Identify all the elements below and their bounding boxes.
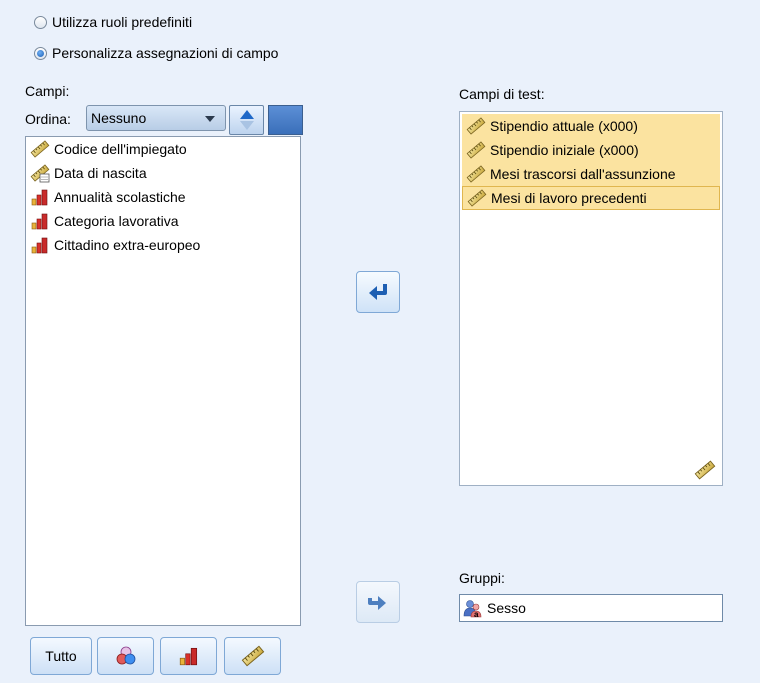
options-panel: Utilizza ruoli predefiniti Personalizza … <box>0 0 760 683</box>
list-item[interactable]: Categoria lavorativa <box>26 209 300 233</box>
filter-all-label: Tutto <box>45 648 77 664</box>
list-item[interactable]: Mesi trascorsi dall'assunzione <box>462 162 720 186</box>
list-item[interactable]: Annualità scolastiche <box>26 185 300 209</box>
ruler-icon <box>466 116 486 136</box>
ruler-icon <box>466 140 486 160</box>
date-ruler-icon <box>30 163 50 183</box>
groups-label: Gruppi: <box>459 570 505 586</box>
list-item[interactable]: Cittadino extra-europeo <box>26 233 300 257</box>
sort-label: Ordina: <box>25 111 71 127</box>
predefined-roles-label: Utilizza ruoli predefiniti <box>52 14 193 30</box>
filter-ordinal-button[interactable] <box>160 637 217 675</box>
svg-text:a: a <box>474 610 479 618</box>
list-item-label: Categoria lavorativa <box>54 213 179 229</box>
fields-label: Campi: <box>25 83 70 99</box>
nominal-people-icon: a <box>463 598 483 618</box>
sort-arrows-icon <box>239 110 254 130</box>
list-item-label: Mesi di lavoro precedenti <box>491 190 647 206</box>
filter-all-button[interactable]: Tutto <box>30 637 92 675</box>
custom-assignments-label: Personalizza assegnazioni di campo <box>52 45 279 61</box>
list-item-label: Stipendio iniziale (x000) <box>490 142 639 158</box>
ruler-icon <box>466 164 486 184</box>
predefined-roles-radio[interactable] <box>34 15 47 29</box>
field-type-filter-button[interactable] <box>268 105 303 135</box>
sort-order-button[interactable] <box>229 105 264 135</box>
sort-dropdown-value: Nessuno <box>91 110 147 126</box>
bar-chart-icon <box>30 235 50 255</box>
move-to-test-fields-button[interactable] <box>356 271 400 313</box>
test-fields-list[interactable]: Stipendio attuale (x000) Stipendio inizi… <box>459 111 723 486</box>
ruler-icon <box>30 139 50 159</box>
bar-chart-icon <box>30 211 50 231</box>
list-item-label: Cittadino extra-europeo <box>54 237 201 253</box>
arrow-return-left-icon <box>369 284 387 300</box>
move-to-groups-button[interactable] <box>356 581 400 623</box>
bar-chart-icon <box>178 645 200 667</box>
bar-chart-icon <box>30 187 50 207</box>
list-item-label: Stipendio attuale (x000) <box>490 118 638 134</box>
predefined-roles-option[interactable]: Utilizza ruoli predefiniti <box>34 11 192 33</box>
list-item[interactable]: Data di nascita <box>26 161 300 185</box>
list-item[interactable]: Stipendio iniziale (x000) <box>462 138 720 162</box>
custom-assignments-radio[interactable] <box>34 46 47 60</box>
test-fields-label: Campi di test: <box>459 86 545 102</box>
fields-list[interactable]: Codice dell'impiegato Data di nascita An… <box>25 136 301 626</box>
venn-circles-icon <box>116 646 135 665</box>
arrow-right-icon <box>368 596 386 610</box>
list-item[interactable]: Codice dell'impiegato <box>26 137 300 161</box>
ruler-icon <box>694 459 716 481</box>
filter-nominal-button[interactable] <box>97 637 154 675</box>
ruler-icon <box>241 644 265 668</box>
list-item[interactable]: Stipendio attuale (x000) <box>462 114 720 138</box>
groups-field-value: Sesso <box>487 600 526 616</box>
list-item-label: Data di nascita <box>54 165 147 181</box>
list-item-label: Mesi trascorsi dall'assunzione <box>490 166 676 182</box>
list-item-label: Annualità scolastiche <box>54 189 186 205</box>
sort-dropdown[interactable]: Nessuno <box>86 105 226 131</box>
custom-assignments-option[interactable]: Personalizza assegnazioni di campo <box>34 42 278 64</box>
groups-field[interactable]: a Sesso <box>459 594 723 622</box>
filter-scale-button[interactable] <box>224 637 281 675</box>
ruler-icon <box>467 188 487 208</box>
chevron-down-icon <box>205 116 215 122</box>
list-item[interactable]: Mesi di lavoro precedenti <box>462 186 720 210</box>
list-item-label: Codice dell'impiegato <box>54 141 187 157</box>
